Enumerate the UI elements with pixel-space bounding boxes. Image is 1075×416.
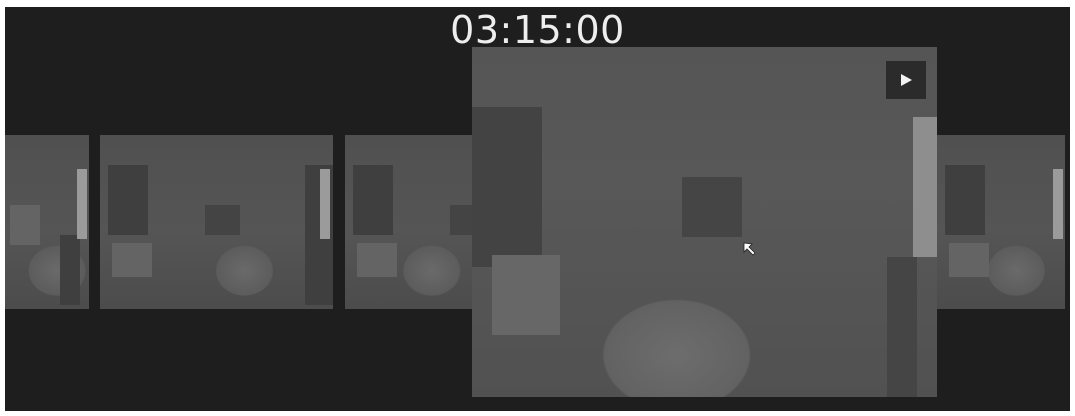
frame-thumbnail-5[interactable] xyxy=(937,135,1065,309)
current-frame-preview[interactable] xyxy=(472,47,937,397)
frame-marker xyxy=(77,169,87,239)
mouse-pointer-icon xyxy=(743,242,756,256)
frame-marker xyxy=(913,117,937,257)
frame-thumbnail-3[interactable] xyxy=(345,135,485,309)
play-button[interactable] xyxy=(886,61,926,99)
frame-marker xyxy=(320,169,330,239)
play-icon xyxy=(901,74,912,86)
frame-marker xyxy=(1053,169,1063,239)
filmstrip-viewer: 03:15:00 xyxy=(5,7,1070,411)
timestamp-label: 03:15:00 xyxy=(450,8,625,52)
frame-thumbnail-1[interactable] xyxy=(5,135,89,309)
frame-thumbnail-2[interactable] xyxy=(100,135,333,309)
